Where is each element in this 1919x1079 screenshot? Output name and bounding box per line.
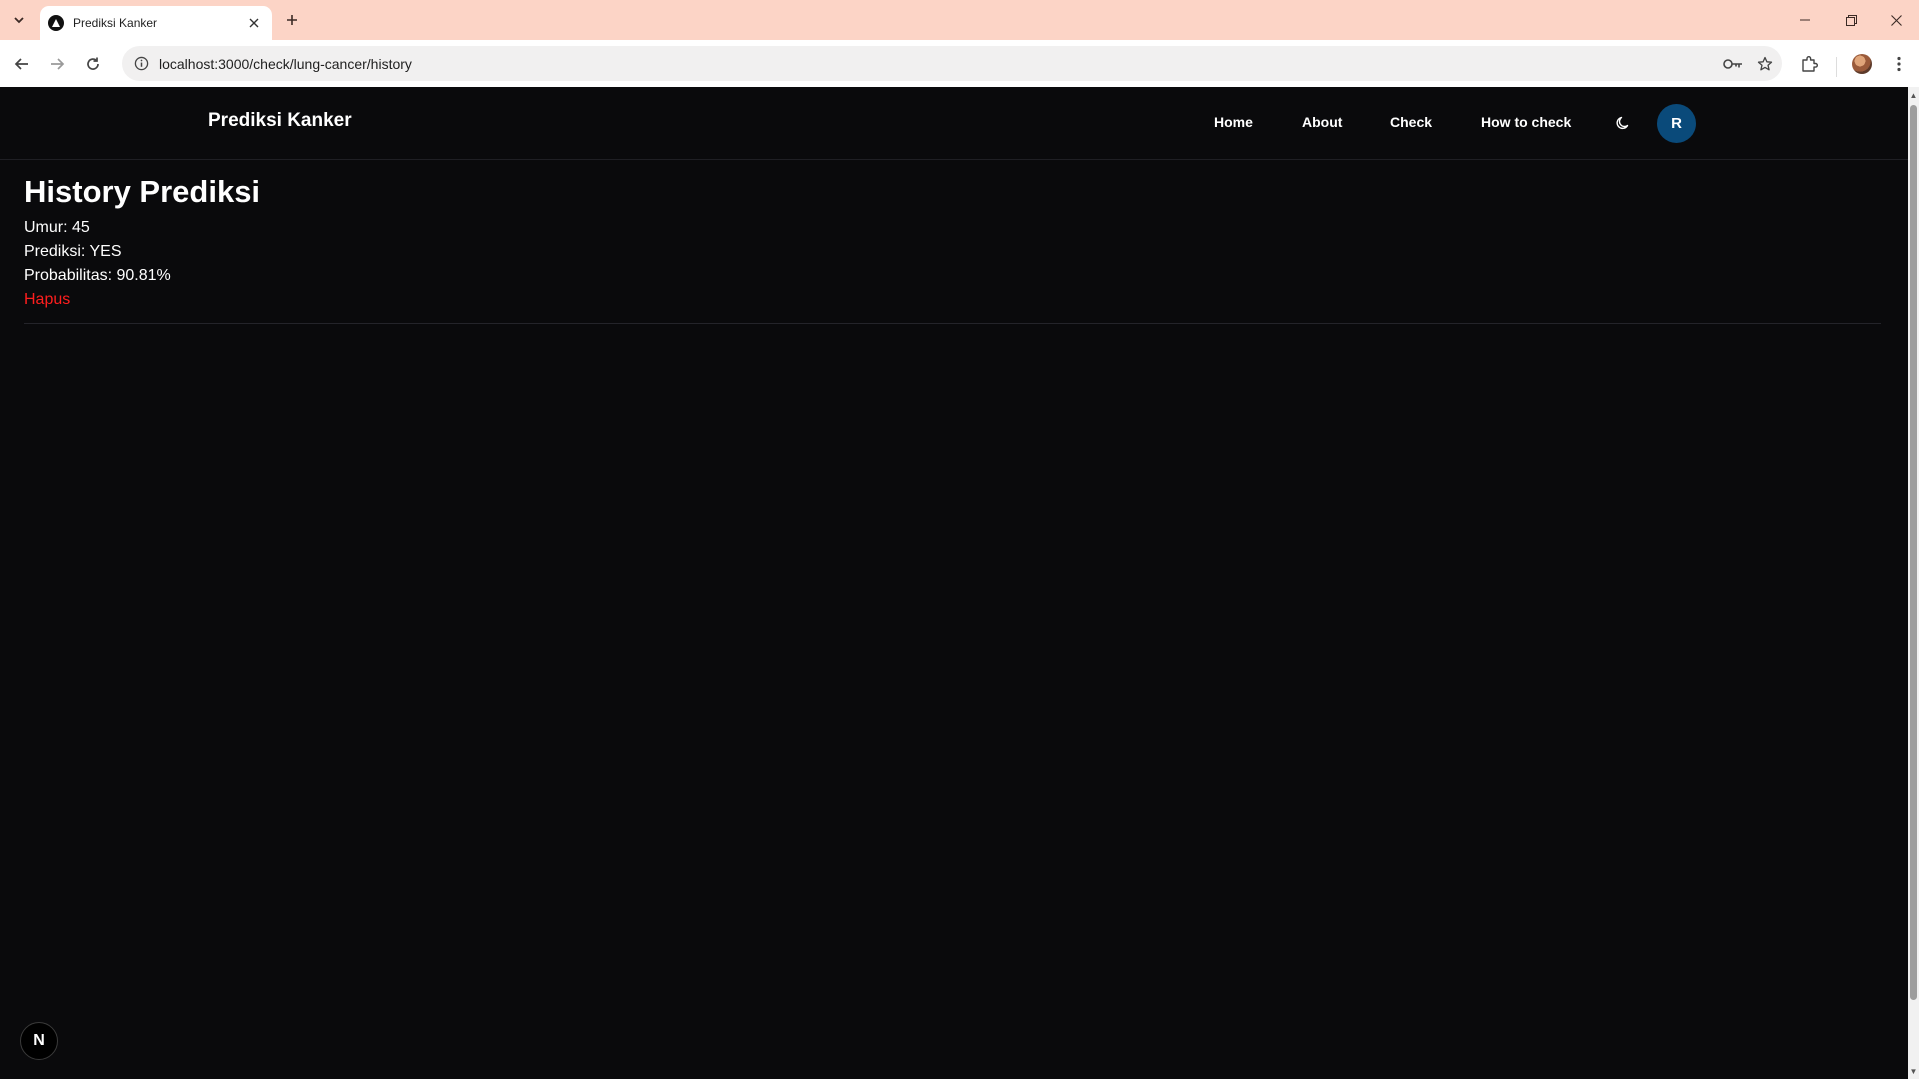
back-button[interactable] (8, 50, 36, 78)
browser-tabstrip: Prediksi Kanker (0, 0, 1919, 40)
tab-search-button[interactable] (8, 9, 30, 31)
browser-menu-button[interactable] (1884, 49, 1914, 79)
delete-history-button[interactable]: Hapus (24, 291, 70, 309)
history-item: Umur: 45 Prediksi: YES Probabilitas: 90.… (24, 219, 1881, 324)
toolbar-divider (1836, 57, 1837, 77)
vertical-scrollbar[interactable]: ▲ ▼ (1908, 87, 1919, 1079)
minimize-icon (1800, 19, 1810, 21)
nextjs-dev-badge[interactable]: N (20, 1022, 58, 1060)
arrow-right-icon (51, 58, 65, 70)
restore-button[interactable] (1828, 0, 1874, 40)
reload-icon (87, 57, 99, 70)
tab-close-button[interactable] (244, 13, 264, 33)
page-viewport: Prediksi Kanker Home About Check How to … (0, 87, 1908, 1079)
nav-check[interactable]: Check (1390, 114, 1432, 130)
tab-title: Prediksi Kanker (73, 16, 158, 30)
browser-tab[interactable]: Prediksi Kanker (40, 6, 272, 40)
theme-toggle-button[interactable] (1611, 111, 1635, 135)
chevron-down-icon (14, 17, 24, 24)
page-title: History Prediksi (24, 174, 261, 209)
arrow-left-icon (14, 58, 28, 70)
nav-how-to-check[interactable]: How to check (1481, 114, 1571, 130)
restore-icon (1845, 14, 1857, 26)
scroll-down-icon[interactable]: ▼ (1908, 1065, 1919, 1077)
new-tab-button[interactable] (280, 8, 304, 32)
kebab-icon (1897, 56, 1901, 72)
extensions-button[interactable] (1794, 49, 1824, 79)
scroll-up-icon[interactable]: ▲ (1908, 89, 1919, 101)
minimize-button[interactable] (1782, 0, 1828, 40)
reload-button[interactable] (79, 50, 107, 78)
close-icon (249, 18, 259, 28)
brand-logo-text[interactable]: Prediksi Kanker (208, 110, 352, 132)
url-text[interactable]: localhost:3000/check/lung-cancer/history (159, 56, 1718, 72)
site-header: Prediksi Kanker Home About Check How to … (0, 87, 1908, 160)
history-umur: Umur: 45 (24, 219, 90, 236)
key-icon[interactable] (1718, 49, 1748, 79)
nav-about[interactable]: About (1302, 114, 1342, 130)
history-probabilitas: Probabilitas: 90.81% (24, 267, 171, 284)
history-prediksi: Prediksi: YES (24, 243, 122, 260)
address-bar[interactable]: localhost:3000/check/lung-cancer/history (122, 46, 1782, 81)
profile-avatar (1852, 54, 1872, 74)
scroll-thumb[interactable] (1910, 105, 1917, 1000)
plus-icon (287, 15, 297, 25)
close-icon (1890, 14, 1902, 26)
profile-button[interactable] (1847, 49, 1877, 79)
nextjs-triangle-icon (48, 15, 64, 31)
user-avatar[interactable]: R (1657, 104, 1696, 143)
browser-toolbar: localhost:3000/check/lung-cancer/history (0, 40, 1919, 88)
puzzle-icon (1802, 56, 1818, 72)
nav-home[interactable]: Home (1214, 114, 1253, 130)
forward-button[interactable] (43, 50, 71, 78)
moon-icon (1616, 116, 1629, 130)
close-window-button[interactable] (1873, 0, 1919, 40)
star-icon[interactable] (1750, 49, 1780, 79)
info-icon[interactable] (130, 53, 152, 75)
